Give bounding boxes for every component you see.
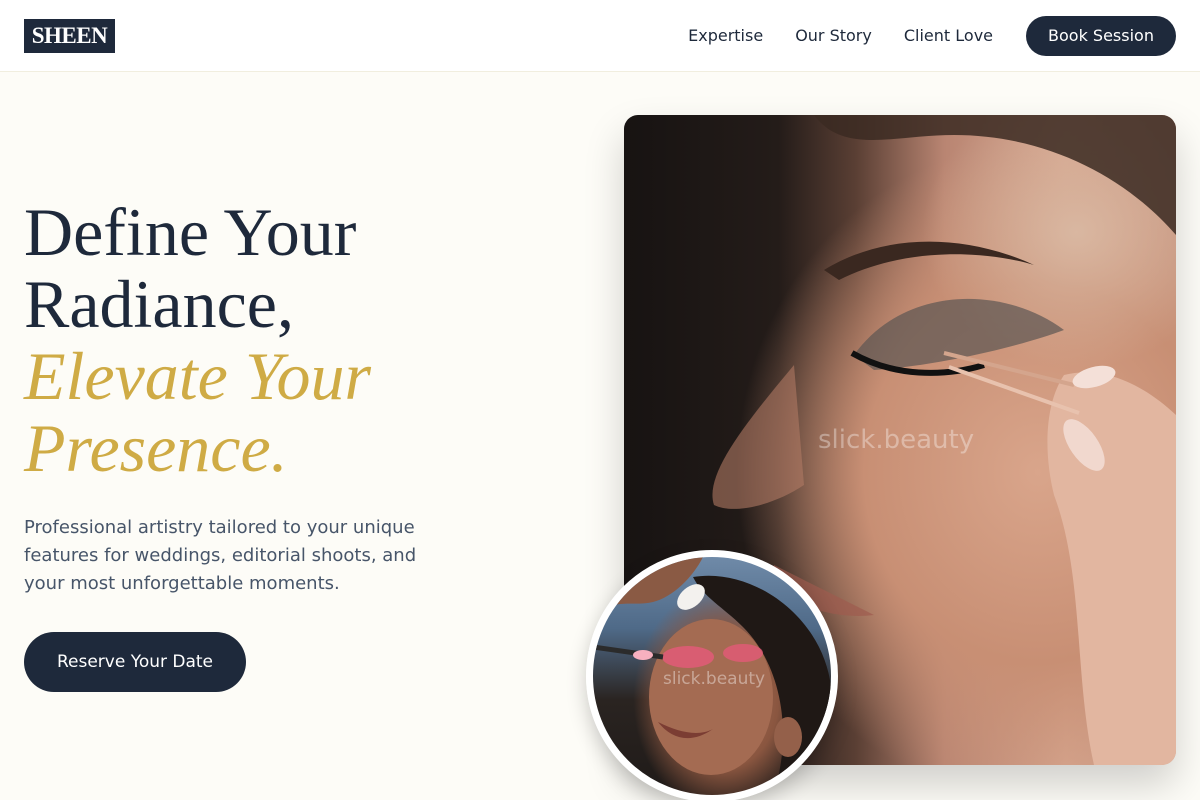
headline-accent-line-1: Elevate Your xyxy=(24,338,371,414)
reserve-date-button[interactable]: Reserve Your Date xyxy=(24,632,246,692)
circle-photo-watermark: slick.beauty xyxy=(663,669,766,689)
hero-section: Define Your Radiance, Elevate Your Prese… xyxy=(24,196,494,692)
main-photo-watermark: slick.beauty xyxy=(818,425,975,455)
site-header: SHEEN Expertise Our Story Client Love Bo… xyxy=(0,0,1200,72)
nav-link-our-story[interactable]: Our Story xyxy=(795,26,872,45)
headline-line-1: Define Your xyxy=(24,194,357,270)
hero-subtext: Professional artistry tailored to your u… xyxy=(24,517,417,594)
nav-link-expertise[interactable]: Expertise xyxy=(688,26,763,45)
hero-circle-photo: slick.beauty xyxy=(586,550,838,800)
headline-line-2: Radiance, xyxy=(24,266,294,342)
book-session-button[interactable]: Book Session xyxy=(1026,15,1176,56)
headline-accent-line-2: Presence. xyxy=(24,410,288,486)
hero-headline: Define Your Radiance, Elevate Your Prese… xyxy=(24,196,494,484)
logo[interactable]: SHEEN xyxy=(24,18,115,53)
nav-link-client-love[interactable]: Client Love xyxy=(904,26,993,45)
main-nav: Expertise Our Story Client Love Book Ses… xyxy=(688,15,1176,56)
